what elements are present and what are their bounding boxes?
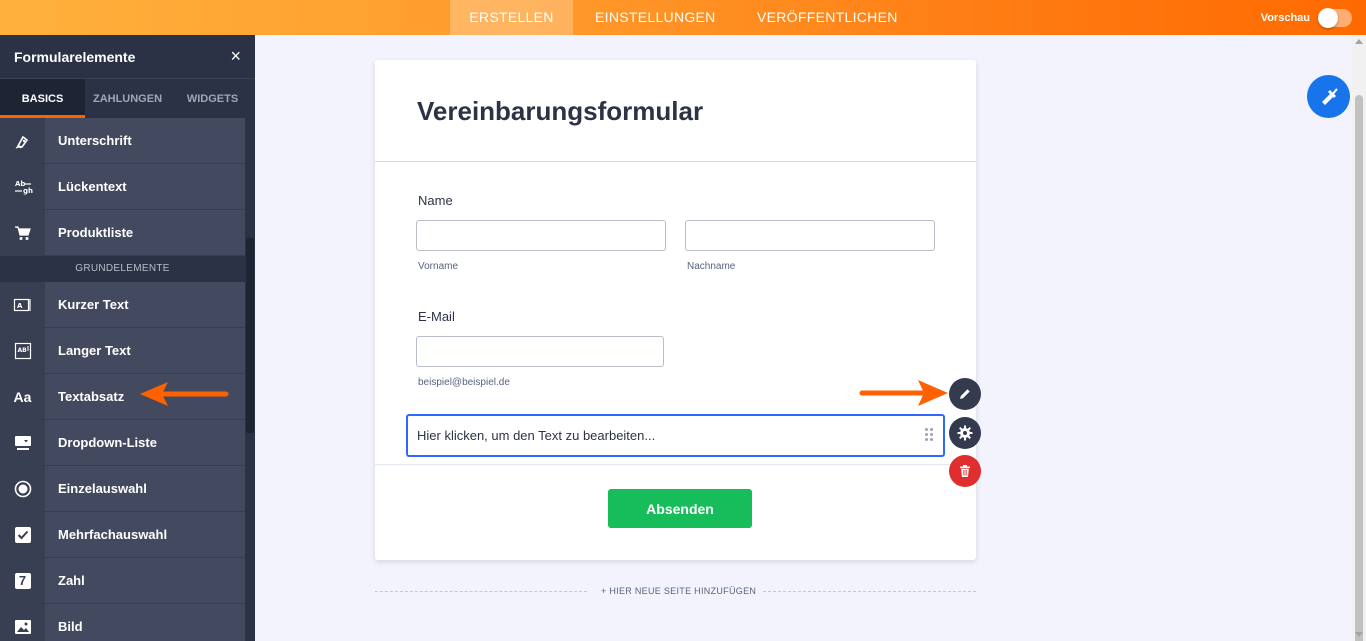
edit-field-button[interactable] <box>949 378 981 410</box>
add-page-row[interactable]: + HIER NEUE SEITE HINZUFÜGEN <box>375 584 976 600</box>
form-designer-button[interactable] <box>1307 75 1350 118</box>
text-paragraph-icon: Aa <box>0 374 45 419</box>
text-paragraph-field[interactable]: Hier klicken, um den Text zu bearbeiten.… <box>406 414 945 457</box>
paint-roller-icon <box>1321 87 1338 105</box>
field-settings-button[interactable] <box>949 417 981 449</box>
image-icon <box>0 604 45 641</box>
sidebar-scroll-thumb[interactable] <box>246 238 254 433</box>
header-divider <box>375 161 976 162</box>
gear-icon <box>957 425 973 441</box>
svg-text:AB: AB <box>17 347 27 354</box>
pencil-icon <box>960 389 970 399</box>
sidebar-item-lueckentext[interactable]: Ab gh Lückentext <box>0 164 245 210</box>
sidebar-item-bild[interactable]: Bild <box>0 604 245 641</box>
close-icon[interactable]: × <box>230 46 241 67</box>
sidebar-item-zahl[interactable]: 7 Zahl <box>0 558 245 604</box>
preview-label: Vorschau <box>1260 11 1310 24</box>
tab-widgets[interactable]: WIDGETS <box>170 79 255 118</box>
main-tabs: ERSTELLEN EINSTELLUNGEN VERÖFFENTLICHEN <box>450 0 917 35</box>
page-scroll-thumb[interactable] <box>1355 95 1363 641</box>
first-name-sublabel: Vorname <box>418 261 459 272</box>
form-title[interactable]: Vereinbarungsformular <box>417 96 703 127</box>
annotation-arrow-left-icon <box>140 382 229 406</box>
last-name-input[interactable] <box>685 220 935 251</box>
sidebar-item-label: Lückentext <box>58 179 127 194</box>
page-scrollbar[interactable] <box>1352 35 1366 641</box>
sidebar-item-label: Kurzer Text <box>58 297 129 312</box>
paragraph-text[interactable]: Hier klicken, um den Text zu bearbeiten.… <box>417 428 655 443</box>
preview-control: Vorschau <box>1261 0 1352 35</box>
section-header-grundelemente: GRUNDELEMENTE <box>0 256 245 282</box>
delete-field-button[interactable] <box>949 455 981 487</box>
sidebar-item-kurzer-text[interactable]: A Kurzer Text <box>0 282 245 328</box>
fill-in-blank-icon: Ab gh <box>0 164 45 209</box>
annotation-arrow-right-icon <box>859 380 948 406</box>
scroll-up-icon[interactable] <box>1355 39 1363 44</box>
sidebar-item-langer-text[interactable]: AB Langer Text <box>0 328 245 374</box>
radio-icon <box>0 466 45 511</box>
number-glyph: 7 <box>14 572 31 589</box>
sidebar-title: Formularelemente <box>14 48 136 65</box>
sidebar-item-produktliste[interactable]: Produktliste <box>0 210 245 256</box>
sidebar-item-label: Zahl <box>58 573 85 588</box>
add-page-line-right <box>763 591 976 592</box>
add-page-line-left <box>375 591 587 592</box>
top-navigation-bar: ERSTELLEN EINSTELLUNGEN VERÖFFENTLICHEN … <box>0 0 1366 35</box>
email-label: E-Mail <box>418 309 455 324</box>
trash-icon <box>960 465 970 477</box>
sidebar-item-label: Mehrfachauswahl <box>58 527 168 542</box>
sidebar-tabs: BASICS ZAHLUNGEN WIDGETS <box>0 78 255 118</box>
toggle-knob <box>1318 7 1338 28</box>
long-text-icon: AB <box>0 328 45 373</box>
form-card: Vereinbarungsformular Name Vorname Nachn… <box>375 60 976 560</box>
sidebar-item-label: Langer Text <box>58 343 131 358</box>
email-sublabel: beispiel@beispiel.de <box>418 377 510 388</box>
name-label: Name <box>418 193 453 208</box>
last-name-sublabel: Nachname <box>687 261 736 272</box>
sidebar-item-label: Bild <box>58 619 83 634</box>
cart-icon <box>0 210 45 255</box>
svg-text:A: A <box>17 302 23 310</box>
sidebar-scrollbar[interactable] <box>245 118 255 641</box>
drag-handle-icon[interactable] <box>925 428 935 444</box>
signature-pen-icon <box>0 118 45 163</box>
email-input[interactable] <box>416 336 664 367</box>
tab-zahlungen[interactable]: ZAHLUNGEN <box>85 79 170 118</box>
svg-text:gh: gh <box>23 187 33 195</box>
sidebar-item-mehrfachauswahl[interactable]: Mehrfachauswahl <box>0 512 245 558</box>
sidebar-item-einzelauswahl[interactable]: Einzelauswahl <box>0 466 245 512</box>
sidebar-item-dropdown-liste[interactable]: Dropdown-Liste <box>0 420 245 466</box>
tab-erstellen[interactable]: ERSTELLEN <box>450 0 573 35</box>
footer-divider <box>375 464 976 465</box>
tab-basics[interactable]: BASICS <box>0 79 85 118</box>
sidebar-item-label: Dropdown-Liste <box>58 435 157 450</box>
tab-einstellungen[interactable]: EINSTELLUNGEN <box>595 0 735 35</box>
sidebar-item-label: Einzelauswahl <box>58 481 147 496</box>
sidebar-item-label: Produktliste <box>58 225 134 240</box>
sidebar-item-label: Textabsatz <box>58 389 125 404</box>
number-icon: 7 <box>0 558 45 603</box>
dropdown-icon <box>0 420 45 465</box>
preview-toggle[interactable] <box>1318 7 1352 28</box>
scroll-down-icon[interactable] <box>1355 632 1363 637</box>
sidebar-item-label: Unterschrift <box>58 133 132 148</box>
add-page-label[interactable]: + HIER NEUE SEITE HINZUFÜGEN <box>601 586 756 596</box>
checkbox-icon <box>0 512 45 557</box>
form-elements-sidebar: Formularelemente × BASICS ZAHLUNGEN WIDG… <box>0 35 255 641</box>
sidebar-header: Formularelemente × <box>0 35 255 78</box>
submit-button[interactable]: Absenden <box>608 489 752 528</box>
first-name-input[interactable] <box>416 220 666 251</box>
sidebar-item-unterschrift[interactable]: Unterschrift <box>0 118 245 164</box>
tab-veroeffentlichen[interactable]: VERÖFFENTLICHEN <box>757 0 917 35</box>
short-text-icon: A <box>0 282 45 327</box>
